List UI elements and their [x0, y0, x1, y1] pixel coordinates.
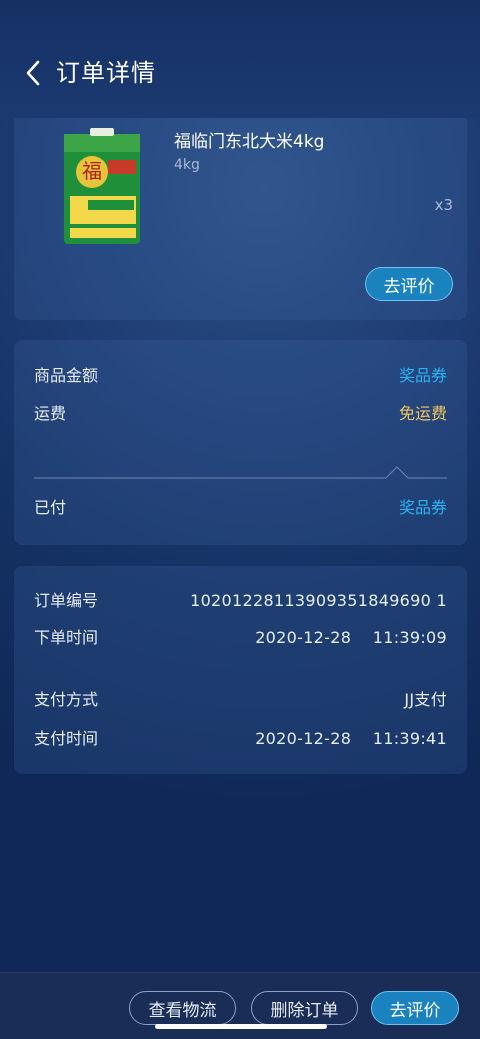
- amount-card: 商品金额 奖品券 运费 免运费 已付 奖品券: [14, 340, 467, 545]
- view-logistics-button[interactable]: 查看物流: [129, 991, 236, 1025]
- order-info-card: 订单编号 10201228113909351849690 1 下单时间 2020…: [14, 566, 467, 774]
- pay-time-value: 2020-12-28 11:39:41: [255, 729, 447, 748]
- header-bar: 订单详情: [0, 0, 480, 118]
- product-card: 福 福临门东北大米4kg 4kg x3 去评价: [14, 100, 467, 320]
- shipping-label: 运费: [34, 404, 67, 423]
- amount-divider: [34, 464, 447, 484]
- goods-amount-label: 商品金额: [34, 366, 99, 385]
- shipping-row: 运费 免运费: [34, 403, 447, 425]
- back-arrow-icon[interactable]: [18, 56, 48, 90]
- pay-method-label: 支付方式: [34, 690, 99, 709]
- goods-amount-value: 奖品券: [398, 366, 447, 385]
- review-button[interactable]: 去评价: [365, 267, 453, 301]
- product-name: 福临门东北大米4kg: [174, 132, 325, 152]
- paid-value: 奖品券: [398, 498, 447, 517]
- order-time-value: 2020-12-28 11:39:09: [255, 628, 447, 647]
- order-number-value: 10201228113909351849690 1: [190, 591, 447, 610]
- pay-time-label: 支付时间: [34, 729, 99, 748]
- home-indicator: [155, 1024, 327, 1029]
- goods-amount-row: 商品金额 奖品券: [34, 365, 447, 387]
- product-image[interactable]: 福: [62, 128, 142, 246]
- svg-text:福: 福: [82, 159, 102, 183]
- order-number-label: 订单编号: [34, 591, 99, 610]
- pay-time-row: 支付时间 2020-12-28 11:39:41: [34, 728, 447, 750]
- product-quantity: x3: [434, 196, 453, 214]
- order-time-label: 下单时间: [34, 628, 99, 647]
- pay-method-row: 支付方式 JJ支付: [34, 689, 447, 711]
- paid-row: 已付 奖品券: [34, 497, 447, 519]
- page-title: 订单详情: [56, 59, 156, 87]
- bottom-review-button[interactable]: 去评价: [371, 991, 459, 1025]
- product-spec: 4kg: [174, 157, 200, 173]
- pay-method-value: JJ支付: [404, 690, 447, 709]
- paid-label: 已付: [34, 498, 67, 517]
- order-number-row: 订单编号 10201228113909351849690 1: [34, 590, 447, 612]
- order-time-row: 下单时间 2020-12-28 11:39:09: [34, 627, 447, 649]
- shipping-value: 免运费: [398, 404, 447, 423]
- delete-order-button[interactable]: 删除订单: [251, 991, 358, 1025]
